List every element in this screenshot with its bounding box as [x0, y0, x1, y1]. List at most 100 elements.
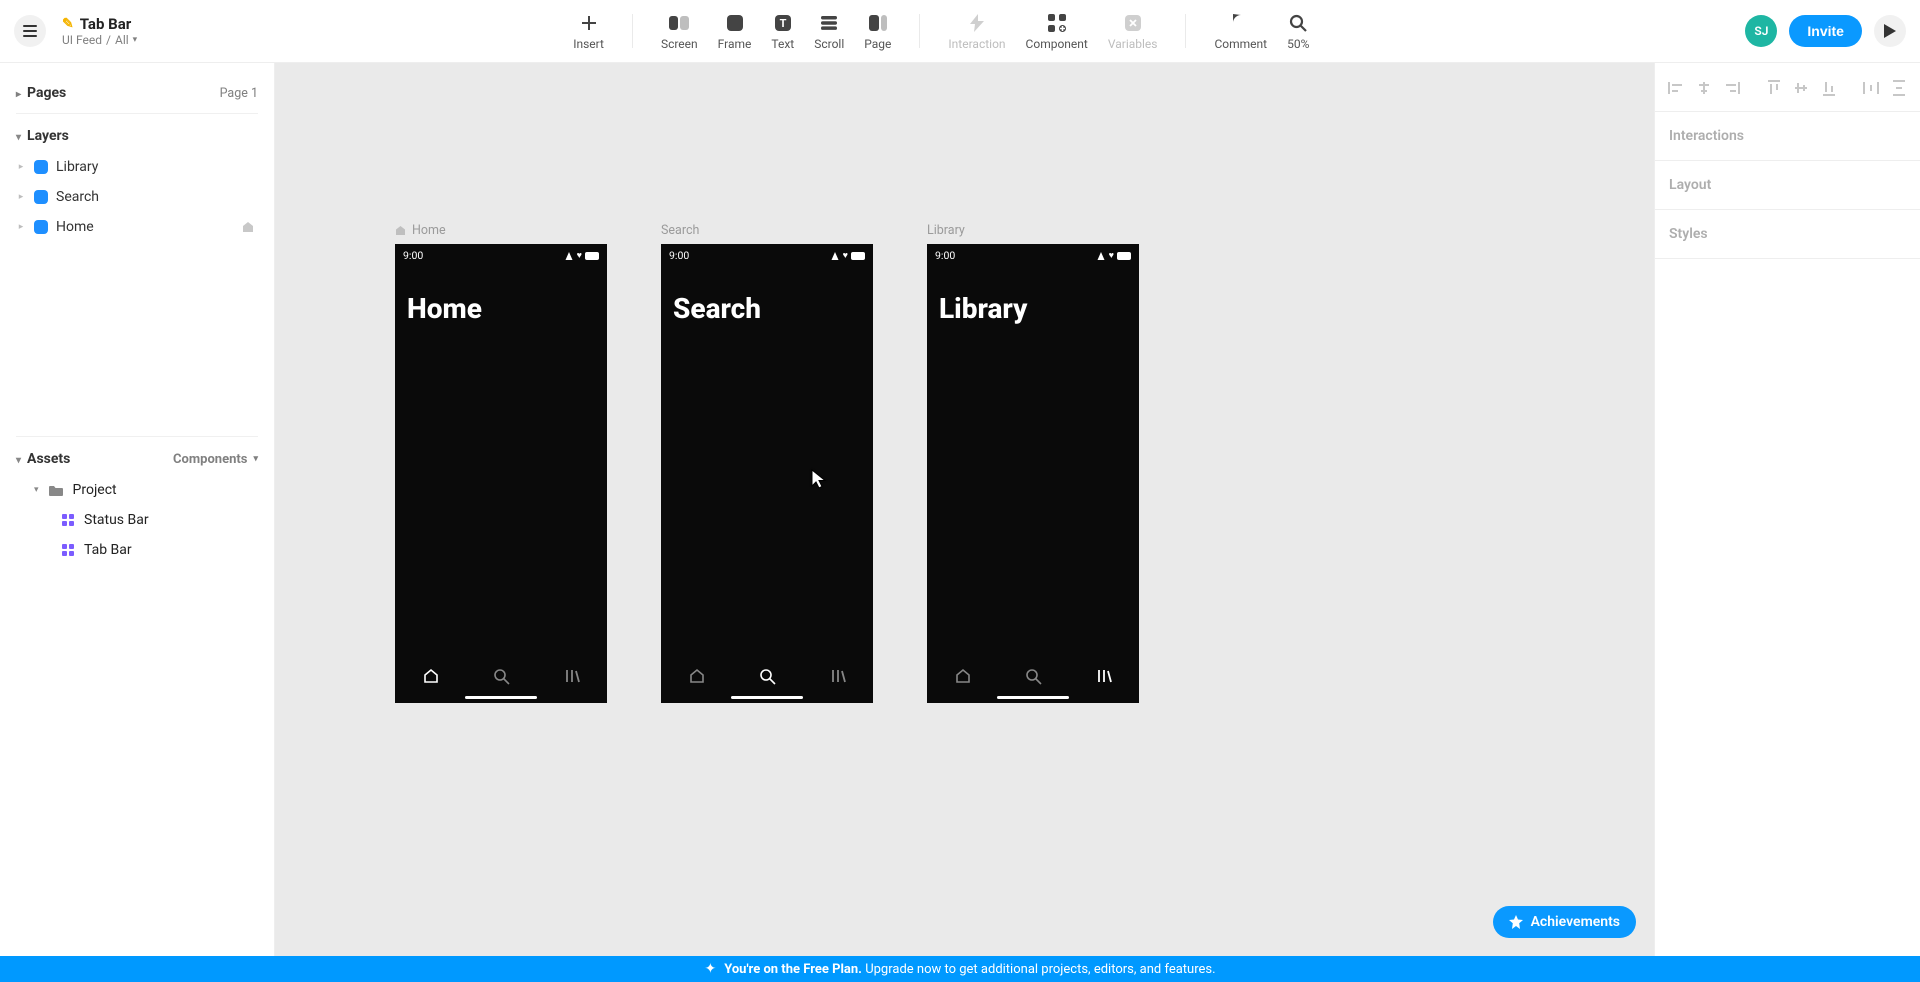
layer-row[interactable]: ▸ Search	[8, 182, 266, 212]
tab-bar	[927, 649, 1139, 703]
align-left-button[interactable]	[1665, 77, 1687, 99]
interaction-tool[interactable]: Interaction	[938, 12, 1015, 51]
status-bar: 9:00 ♥	[395, 244, 607, 262]
frame-icon	[724, 12, 746, 34]
align-bottom-button[interactable]	[1818, 77, 1840, 99]
align-center-v-button[interactable]	[1791, 77, 1813, 99]
home-indicator	[997, 696, 1069, 699]
tab-library[interactable]	[830, 668, 846, 684]
screen-glyph-icon	[34, 220, 48, 234]
variables-icon	[1122, 12, 1144, 34]
frame-label[interactable]: Library	[927, 223, 1139, 238]
text-tool[interactable]: T Text	[761, 12, 804, 51]
bolt-icon	[966, 12, 988, 34]
menu-button[interactable]	[14, 15, 46, 47]
achievements-button[interactable]: Achievements	[1493, 906, 1636, 938]
right-panel: Interactions Layout Styles	[1654, 63, 1920, 956]
component-glyph-icon	[62, 514, 74, 526]
search-icon	[1287, 12, 1309, 34]
canvas[interactable]: Home9:00 ♥ HomeSearch9:00 ♥ SearchLibrar…	[275, 63, 1654, 956]
tab-home[interactable]	[954, 667, 972, 685]
status-bar: 9:00 ♥	[661, 244, 873, 262]
top-toolbar: ✎ Tab Bar UI Feed / All ▾ Insert	[0, 0, 1920, 63]
tab-bar	[661, 649, 873, 703]
frame-title: Search	[661, 262, 873, 325]
page-icon	[867, 12, 889, 34]
frame-title: Library	[927, 262, 1139, 325]
distribute-v-button[interactable]	[1888, 77, 1910, 99]
screen-glyph-icon	[34, 190, 48, 204]
svg-text:T: T	[779, 17, 786, 30]
screen-tool[interactable]: Screen	[651, 12, 708, 51]
frame-wrap: Home9:00 ♥ Home	[395, 223, 607, 703]
align-right-button[interactable]	[1721, 77, 1743, 99]
page-tool[interactable]: Page	[854, 12, 901, 51]
project-title[interactable]: Tab Bar	[80, 15, 131, 33]
pages-meta: Page 1	[220, 86, 258, 101]
screen-glyph-icon	[34, 160, 48, 174]
frame-label[interactable]: Search	[661, 223, 873, 238]
tab-bar	[395, 649, 607, 703]
component-tool[interactable]: Component	[1016, 12, 1098, 51]
frame-wrap: Library9:00 ♥ Library	[927, 223, 1139, 703]
layers-section[interactable]: ▾Layers	[8, 120, 266, 152]
tab-search[interactable]	[759, 668, 776, 685]
asset-component[interactable]: Status Bar	[8, 505, 266, 535]
screen-frame[interactable]: 9:00 ♥ Library	[927, 244, 1139, 703]
assets-section[interactable]: ▾Assets Components▾	[8, 443, 266, 475]
interactions-section[interactable]: Interactions	[1655, 112, 1920, 161]
align-controls	[1655, 71, 1920, 112]
star-icon	[1509, 915, 1523, 929]
scroll-icon	[818, 12, 840, 34]
asset-component[interactable]: Tab Bar	[8, 535, 266, 565]
home-indicator	[465, 696, 537, 699]
align-top-button[interactable]	[1763, 77, 1785, 99]
layer-row[interactable]: ▸ Home	[8, 212, 266, 242]
variables-tool[interactable]: Variables	[1098, 12, 1168, 51]
invite-button[interactable]: Invite	[1789, 15, 1862, 47]
tab-search[interactable]	[493, 668, 510, 685]
home-marker-icon	[242, 221, 262, 233]
assets-filter[interactable]: Components▾	[173, 452, 258, 467]
screen-icon	[668, 12, 690, 34]
project-title-block: ✎ Tab Bar UI Feed / All ▾	[62, 15, 137, 47]
tab-home[interactable]	[422, 667, 440, 685]
tab-library[interactable]	[1096, 668, 1112, 684]
screen-frame[interactable]: 9:00 ♥ Home	[395, 244, 607, 703]
tab-library[interactable]	[564, 668, 580, 684]
pages-section[interactable]: ▸Pages Page 1	[8, 77, 266, 109]
frame-wrap: Search9:00 ♥ Search	[661, 223, 873, 703]
screen-frame[interactable]: 9:00 ♥ Search	[661, 244, 873, 703]
distribute-h-button[interactable]	[1860, 77, 1882, 99]
play-icon	[1884, 24, 1896, 38]
frame-title: Home	[395, 262, 607, 325]
tab-home[interactable]	[688, 667, 706, 685]
home-marker-icon	[395, 225, 406, 236]
home-indicator	[731, 696, 803, 699]
layer-row[interactable]: ▸ Library	[8, 152, 266, 182]
plus-icon	[578, 12, 600, 34]
align-center-h-button[interactable]	[1693, 77, 1715, 99]
folder-icon	[49, 484, 63, 496]
zoom-tool[interactable]: 50%	[1277, 12, 1319, 51]
comment-tool[interactable]: Comment	[1204, 12, 1277, 51]
frame-label[interactable]: Home	[395, 223, 607, 238]
sparkle-icon: ✦	[704, 961, 716, 977]
user-avatar[interactable]: SJ	[1745, 15, 1777, 47]
frame-tool[interactable]: Frame	[708, 12, 762, 51]
component-icon	[1046, 12, 1068, 34]
styles-section[interactable]: Styles	[1655, 210, 1920, 259]
text-icon: T	[772, 12, 794, 34]
scroll-tool[interactable]: Scroll	[804, 12, 854, 51]
tab-search[interactable]	[1025, 668, 1042, 685]
status-bar: 9:00 ♥	[927, 244, 1139, 262]
upgrade-banner[interactable]: ✦ You're on the Free Plan. Upgrade now t…	[0, 956, 1920, 982]
left-panel: ▸Pages Page 1 ▾Layers ▸ Library ▸ Search…	[0, 63, 275, 956]
preview-button[interactable]	[1874, 15, 1906, 47]
pencil-icon: ✎	[62, 16, 74, 32]
asset-folder[interactable]: ▾ Project	[8, 475, 266, 505]
layout-section[interactable]: Layout	[1655, 161, 1920, 210]
comment-icon	[1230, 12, 1252, 34]
breadcrumb[interactable]: UI Feed / All ▾	[62, 33, 137, 47]
insert-tool[interactable]: Insert	[563, 12, 614, 51]
